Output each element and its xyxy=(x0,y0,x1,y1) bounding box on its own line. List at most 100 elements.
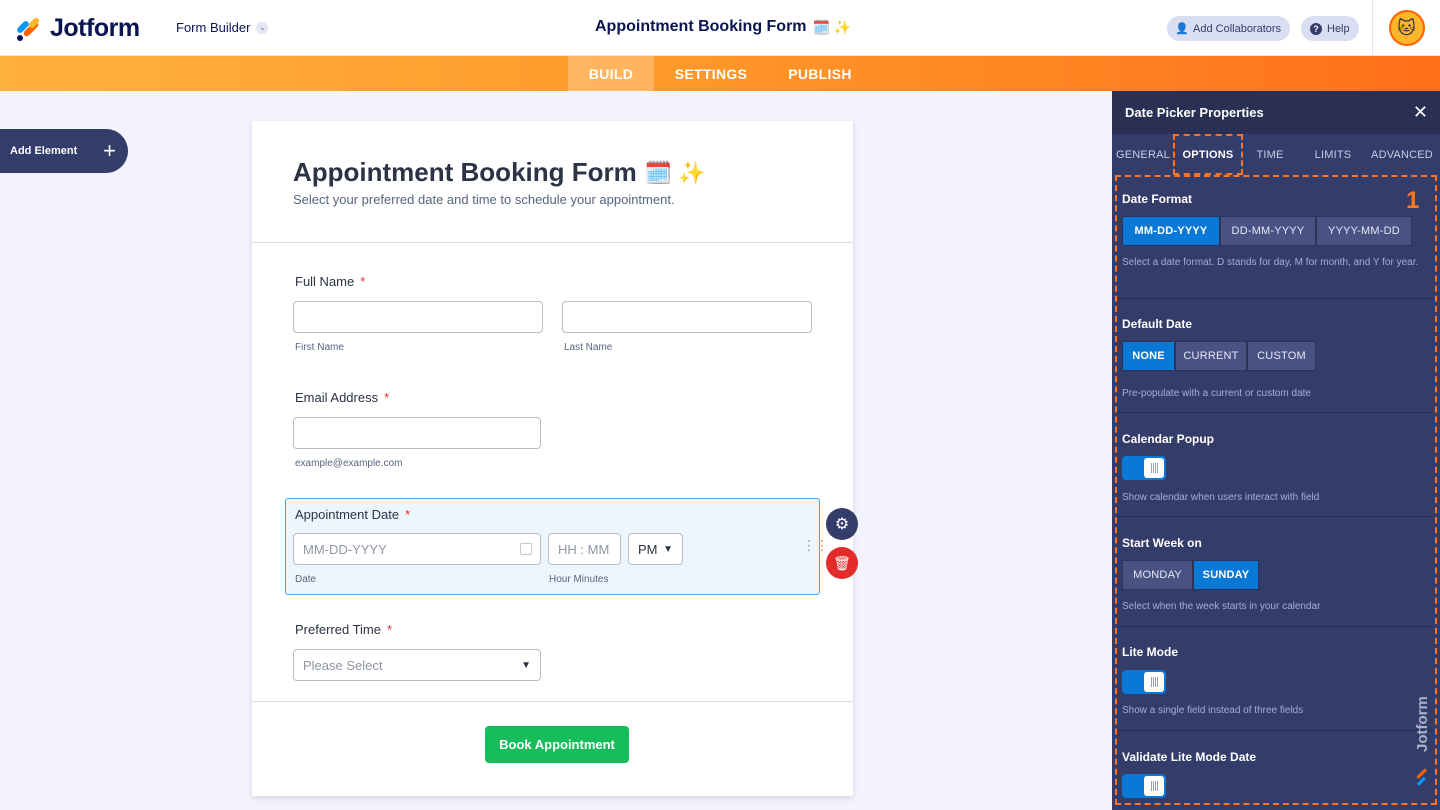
email-label-text: Email Address xyxy=(295,390,379,405)
default-date-title: Default Date xyxy=(1122,317,1193,331)
preferred-time-label-text: Preferred Time xyxy=(295,622,381,637)
panel-title: Date Picker Properties xyxy=(1125,105,1264,120)
date-format-option[interactable]: DD-MM-YYYY xyxy=(1220,216,1316,246)
add-collaborators-label: Add Collaborators xyxy=(1193,22,1282,35)
last-name-input[interactable] xyxy=(562,301,812,333)
calendar-icon[interactable] xyxy=(520,543,532,555)
appointment-date-label-text: Appointment Date xyxy=(295,507,400,522)
lite-mode-help: Show a single field instead of three fie… xyxy=(1122,705,1304,716)
date-input[interactable]: MM-DD-YYYY xyxy=(293,533,541,565)
date-format-option[interactable]: YYYY-MM-DD xyxy=(1316,216,1412,246)
preferred-time-label[interactable]: Preferred Time * xyxy=(295,622,392,637)
jotform-watermark-logo: Jotform xyxy=(1414,696,1431,786)
required-marker: * xyxy=(405,507,411,522)
form-builder-label: Form Builder xyxy=(176,20,251,35)
preferred-time-placeholder: Please Select xyxy=(303,657,383,673)
panel-header: Date Picker Properties ✕ xyxy=(1112,91,1440,134)
date-placeholder: MM-DD-YYYY xyxy=(303,541,387,557)
date-format-option[interactable]: MM-DD-YYYY xyxy=(1122,216,1220,246)
toggle-knob xyxy=(1144,458,1164,478)
tab-publish[interactable]: PUBLISH xyxy=(778,56,862,91)
panel-tab-time[interactable]: TIME xyxy=(1242,134,1298,175)
form-title[interactable]: Appointment Booking Form 🗓️ ✨ xyxy=(293,157,706,188)
full-name-label-text: Full Name xyxy=(295,274,355,289)
toggle-knob xyxy=(1144,672,1164,692)
default-date-option[interactable]: CURRENT xyxy=(1175,341,1247,371)
form-builder-dropdown[interactable]: Form Builder ⌄ xyxy=(176,20,269,35)
jotform-logo-icon xyxy=(15,16,42,42)
date-format-help: Select a date format. D stands for day, … xyxy=(1122,257,1419,268)
chevron-down-icon: ▼ xyxy=(663,543,673,555)
form-card: Appointment Booking Form 🗓️ ✨ Select you… xyxy=(252,121,853,796)
email-input[interactable] xyxy=(293,417,541,449)
ampm-select[interactable]: PM ▼ xyxy=(628,533,683,565)
logo-text: Jotform xyxy=(50,14,140,42)
required-marker: * xyxy=(386,622,393,637)
start-week-help: Select when the week starts in your cale… xyxy=(1122,601,1321,612)
validate-lite-title: Validate Lite Mode Date xyxy=(1122,750,1257,764)
add-element-button[interactable]: Add Element + xyxy=(0,129,128,173)
validate-lite-toggle[interactable] xyxy=(1122,774,1166,798)
form-title-emoji-icons: 🗓️ ✨ xyxy=(644,159,706,185)
section-divider xyxy=(1117,730,1433,731)
first-name-input[interactable] xyxy=(293,301,543,333)
trash-icon: 🗑 xyxy=(833,554,851,571)
question-icon: ? xyxy=(1310,22,1322,35)
chevron-down-icon: ▼ xyxy=(521,659,531,671)
delete-field-button[interactable]: 🗑 xyxy=(826,547,858,579)
calendar-popup-title: Calendar Popup xyxy=(1122,432,1215,446)
avatar[interactable]: 🐱 xyxy=(1388,10,1425,46)
lite-mode-title: Lite Mode xyxy=(1122,645,1178,659)
last-name-sublabel: Last Name xyxy=(564,342,613,353)
page-title-text: Appointment Booking Form xyxy=(595,18,807,35)
jotform-logo[interactable]: Jotform xyxy=(15,14,140,43)
time-placeholder: HH : MM xyxy=(558,541,610,557)
form-subtitle[interactable]: Select your preferred date and time to s… xyxy=(293,192,675,207)
chevron-down-icon: ⌄ xyxy=(256,21,269,34)
form-title-text: Appointment Booking Form xyxy=(293,157,637,187)
time-sublabel: Hour Minutes xyxy=(549,574,609,585)
email-label[interactable]: Email Address * xyxy=(295,390,389,405)
default-date-option[interactable]: NONE xyxy=(1122,341,1175,371)
full-name-label[interactable]: Full Name * xyxy=(295,274,365,289)
default-date-option[interactable]: CUSTOM xyxy=(1247,341,1316,371)
toggle-knob xyxy=(1144,776,1164,796)
panel-tab-advanced[interactable]: ADVANCED xyxy=(1366,134,1438,175)
required-marker: * xyxy=(360,274,366,289)
ampm-value: PM xyxy=(638,541,658,557)
start-week-option[interactable]: SUNDAY xyxy=(1193,560,1259,590)
time-input[interactable]: HH : MM xyxy=(548,533,621,565)
panel-tab-options[interactable]: OPTIONS xyxy=(1173,134,1243,175)
start-week-options: MONDAY SUNDAY xyxy=(1122,560,1259,590)
appointment-date-label[interactable]: Appointment Date * xyxy=(295,507,410,522)
panel-tab-general[interactable]: GENERAL xyxy=(1112,134,1174,175)
properties-panel: Date Picker Properties ✕ GENERAL OPTIONS… xyxy=(1112,91,1440,810)
book-appointment-button[interactable]: Book Appointment xyxy=(485,726,629,763)
preferred-time-select[interactable]: Please Select ▼ xyxy=(293,649,541,681)
tab-settings[interactable]: SETTINGS xyxy=(664,56,758,91)
tab-build[interactable]: BUILD xyxy=(568,56,654,91)
gear-icon: ⚙ xyxy=(834,516,850,533)
calendar-popup-help: Show calendar when users interact with f… xyxy=(1122,492,1320,503)
help-button[interactable]: ? Help xyxy=(1301,16,1359,41)
default-date-options: NONE CURRENT CUSTOM xyxy=(1122,341,1316,371)
first-name-sublabel: First Name xyxy=(295,342,344,353)
close-icon[interactable]: ✕ xyxy=(1413,102,1428,123)
lite-mode-toggle[interactable] xyxy=(1122,670,1166,694)
calendar-popup-toggle[interactable] xyxy=(1122,456,1166,480)
user-icon: 👤 xyxy=(1175,23,1189,35)
add-collaborators-button[interactable]: 👤 Add Collaborators xyxy=(1167,16,1291,41)
panel-tab-limits[interactable]: LIMITS xyxy=(1302,134,1364,175)
field-settings-button[interactable]: ⚙ xyxy=(826,508,858,540)
date-format-title: Date Format xyxy=(1122,192,1193,206)
footer-divider xyxy=(252,701,853,702)
page-title: Appointment Booking Form 🗓️ ✨ xyxy=(595,18,851,36)
start-week-option[interactable]: MONDAY xyxy=(1122,560,1193,590)
drag-handle-icon[interactable]: ⋮⋮ xyxy=(802,537,829,554)
date-format-options: MM-DD-YYYY DD-MM-YYYY YYYY-MM-DD xyxy=(1122,216,1412,246)
section-divider xyxy=(1117,412,1433,413)
user-menu[interactable]: 🐱 xyxy=(1372,0,1440,56)
required-marker: * xyxy=(384,390,390,405)
appointment-date-field[interactable]: Appointment Date * MM-DD-YYYY HH : MM PM … xyxy=(285,498,829,595)
annotation-number: 1 xyxy=(1406,187,1420,214)
